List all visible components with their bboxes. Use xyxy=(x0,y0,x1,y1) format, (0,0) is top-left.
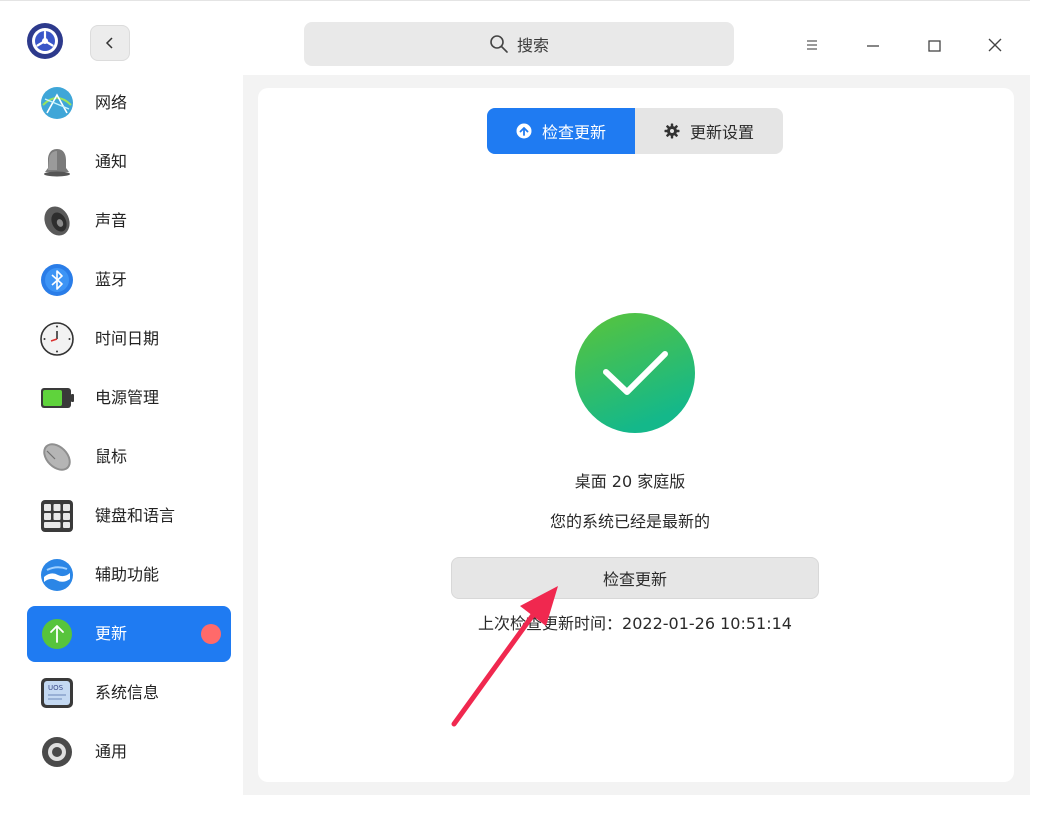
minimize-icon xyxy=(867,45,879,47)
sidebar-item-update[interactable]: 更新 xyxy=(27,606,231,662)
gear-icon xyxy=(664,123,680,139)
sidebar-item-label: 鼠标 xyxy=(95,447,128,466)
close-icon xyxy=(988,38,1002,52)
sidebar-item-label: 蓝牙 xyxy=(95,270,128,289)
search-placeholder: 搜索 xyxy=(516,36,549,55)
sidebar-item-label: 键盘和语言 xyxy=(95,506,176,525)
system-edition: 桌面 20 家庭版 xyxy=(574,472,686,491)
system-info-icon: UOS xyxy=(41,678,73,708)
sidebar-item-label: 时间日期 xyxy=(95,329,160,348)
sidebar-item-bluetooth[interactable]: 蓝牙 xyxy=(27,252,231,308)
sidebar-item-notification[interactable]: 通知 xyxy=(27,134,231,190)
tab-check-update[interactable]: 检查更新 xyxy=(487,108,635,154)
back-button[interactable] xyxy=(90,25,130,61)
tab-label: 更新设置 xyxy=(689,123,754,142)
settings-logo-icon xyxy=(27,23,63,59)
window-top-border xyxy=(0,0,1030,1)
maximize-button[interactable] xyxy=(917,28,951,62)
update-badge xyxy=(201,624,221,644)
tab-update-settings[interactable]: 更新设置 xyxy=(635,108,783,154)
sidebar-item-sound[interactable]: 声音 xyxy=(27,193,231,249)
annotation-arrow-icon xyxy=(451,586,558,727)
control-center-window: 搜索 网络 通知 声音 蓝牙 时间日期 电源管理 鼠标 键盘和语言 辅助功能 更… xyxy=(0,0,1030,800)
accessibility-icon xyxy=(41,559,73,591)
update-status: 您的系统已经是最新的 xyxy=(549,512,710,531)
sidebar-item-power[interactable]: 电源管理 xyxy=(27,370,231,426)
tab-label: 检查更新 xyxy=(541,123,606,142)
back-chevron-icon xyxy=(105,37,113,49)
search-box[interactable]: 搜索 xyxy=(304,22,734,66)
check-update-button-label: 检查更新 xyxy=(602,570,667,589)
sidebar-item-general[interactable]: 通用 xyxy=(27,724,231,780)
search-icon xyxy=(490,35,508,53)
sidebar-item-keyboard[interactable]: 键盘和语言 xyxy=(27,488,231,544)
sidebar-item-network[interactable]: 网络 xyxy=(27,75,231,131)
update-panel xyxy=(258,88,1014,782)
sidebar-item-mouse[interactable]: 鼠标 xyxy=(27,429,231,485)
sidebar-item-accessibility[interactable]: 辅助功能 xyxy=(27,547,231,603)
speaker-icon xyxy=(44,206,70,236)
menu-icon xyxy=(807,40,817,50)
battery-icon xyxy=(41,388,74,408)
sidebar-item-label: 辅助功能 xyxy=(95,565,160,584)
sidebar-item-label: 通知 xyxy=(95,152,128,171)
sidebar-item-label: 系统信息 xyxy=(95,683,160,702)
bell-icon xyxy=(44,149,70,177)
up-to-date-check-icon xyxy=(575,313,695,433)
sidebar-item-label: 网络 xyxy=(95,93,128,112)
close-button[interactable] xyxy=(978,28,1012,62)
minimize-button[interactable] xyxy=(856,28,890,62)
general-gear-icon xyxy=(42,737,72,767)
update-icon xyxy=(42,619,72,649)
sidebar-item-label: 更新 xyxy=(95,624,128,643)
svg-text:UOS: UOS xyxy=(48,684,64,692)
keyboard-icon xyxy=(41,500,73,532)
network-icon xyxy=(41,87,73,119)
upload-circle-icon xyxy=(516,123,532,139)
sidebar-item-label: 通用 xyxy=(95,742,128,761)
sidebar-item-label: 电源管理 xyxy=(95,388,160,407)
bluetooth-icon xyxy=(41,264,73,296)
maximize-icon xyxy=(928,40,941,52)
sidebar-item-datetime[interactable]: 时间日期 xyxy=(27,311,231,367)
clock-icon xyxy=(40,322,74,356)
mouse-icon xyxy=(43,443,71,471)
menu-button[interactable] xyxy=(795,28,829,62)
update-tabs: 检查更新 更新设置 xyxy=(487,108,783,154)
sidebar-item-label: 声音 xyxy=(95,211,128,230)
sidebar-item-system-info[interactable]: UOS 系统信息 xyxy=(27,665,231,721)
